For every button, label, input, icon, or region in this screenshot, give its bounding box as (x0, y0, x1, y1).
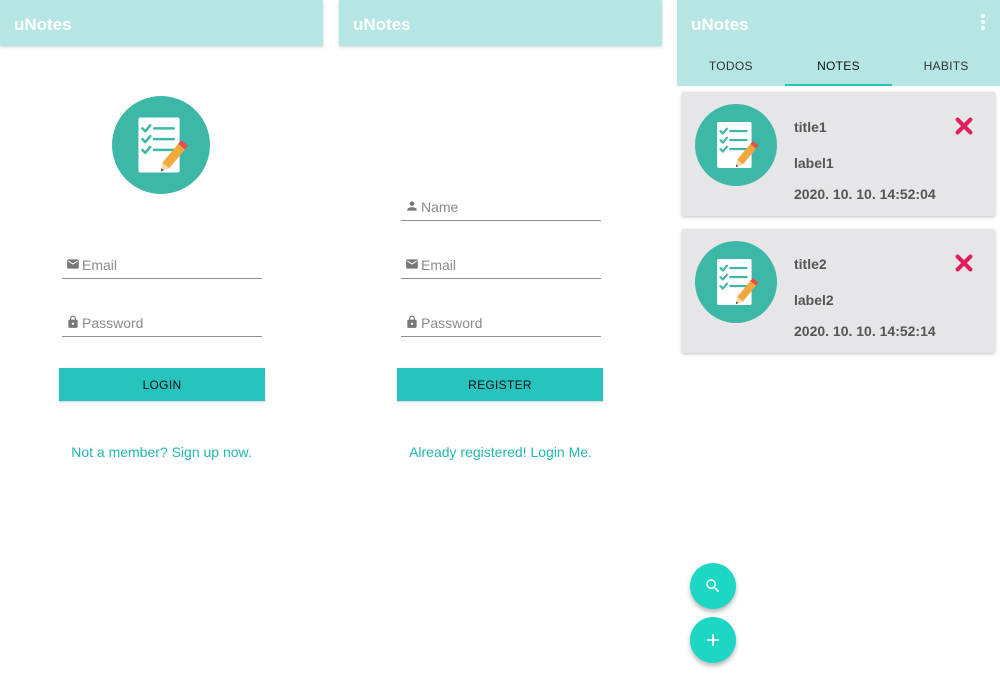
close-icon[interactable] (953, 115, 975, 137)
note-icon (695, 104, 777, 186)
login-screen: uNotes LOGIN Not a member? Sign up now. (0, 0, 323, 677)
name-input[interactable] (421, 195, 599, 219)
close-icon[interactable] (953, 252, 975, 274)
lock-icon (405, 315, 419, 329)
note-title: title1 (794, 119, 827, 135)
note-date: 2020. 10. 10. 14:52:14 (794, 323, 936, 339)
email-input[interactable] (82, 253, 260, 277)
person-icon (405, 199, 419, 213)
note-icon (695, 241, 777, 323)
note-label: label1 (794, 155, 834, 171)
plus-icon (706, 633, 720, 647)
app-bar: uNotes (0, 0, 323, 46)
email-field[interactable] (62, 253, 262, 279)
name-field[interactable] (401, 195, 601, 221)
more-vert-icon[interactable] (980, 14, 986, 32)
password-input[interactable] (421, 311, 599, 335)
app-logo (112, 96, 210, 194)
app-title: uNotes (691, 15, 749, 34)
app-title: uNotes (14, 15, 72, 34)
email-icon (66, 257, 80, 271)
register-screen: uNotes REGISTER Already registered! Logi… (339, 0, 662, 677)
login-button[interactable]: LOGIN (59, 368, 265, 401)
note-label: label2 (794, 292, 834, 308)
note-card[interactable]: title1 label1 2020. 10. 10. 14:52:04 (682, 92, 995, 216)
app-bar: uNotes (677, 0, 1000, 46)
tab-bar: TODOS NOTES HABITS (677, 46, 1000, 86)
login-link[interactable]: Already registered! Login Me. (339, 444, 662, 460)
note-title: title2 (794, 256, 827, 272)
tab-notes[interactable]: NOTES (784, 46, 893, 86)
password-input[interactable] (82, 311, 260, 335)
email-icon (405, 257, 419, 271)
search-button[interactable] (690, 563, 736, 609)
notes-screen: uNotes TODOS NOTES HABITS title1 label1 … (677, 0, 1000, 677)
register-button[interactable]: REGISTER (397, 368, 603, 401)
tab-todos[interactable]: TODOS (677, 46, 785, 86)
password-field[interactable] (401, 311, 601, 337)
add-note-button[interactable] (690, 617, 736, 663)
note-card[interactable]: title2 label2 2020. 10. 10. 14:52:14 (682, 229, 995, 353)
tab-habits[interactable]: HABITS (892, 46, 1000, 86)
email-field[interactable] (401, 253, 601, 279)
app-title: uNotes (353, 15, 411, 34)
search-icon (706, 579, 720, 593)
password-field[interactable] (62, 311, 262, 337)
lock-icon (66, 315, 80, 329)
app-bar: uNotes (339, 0, 662, 46)
email-input[interactable] (421, 253, 599, 277)
note-date: 2020. 10. 10. 14:52:04 (794, 186, 936, 202)
signup-link[interactable]: Not a member? Sign up now. (0, 444, 323, 460)
